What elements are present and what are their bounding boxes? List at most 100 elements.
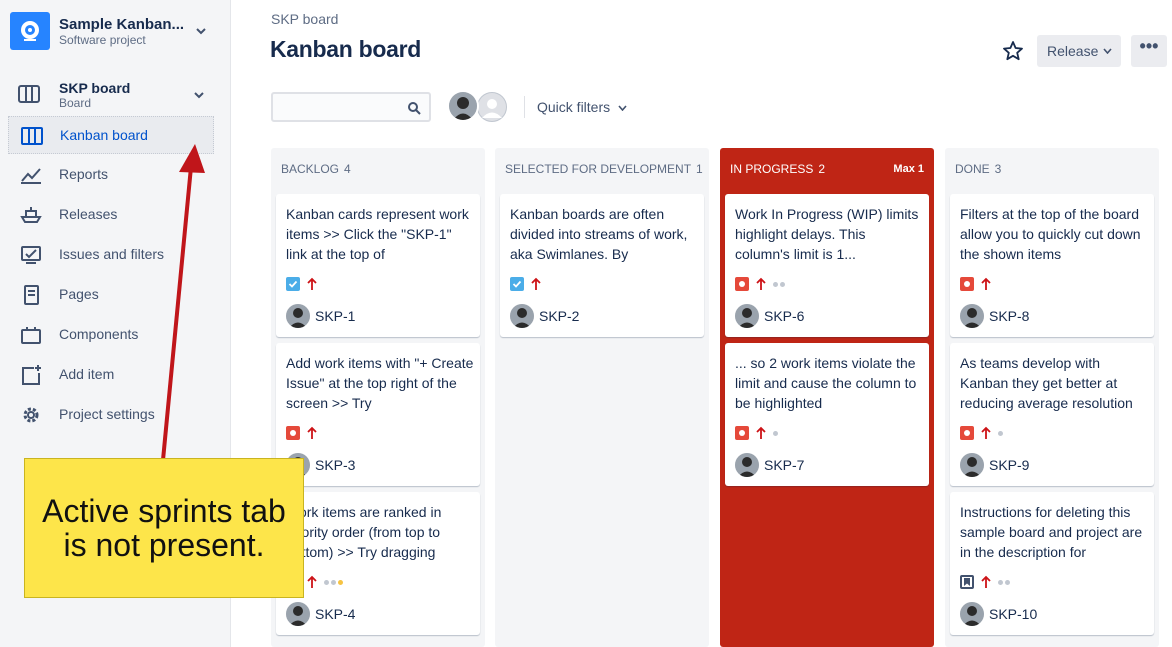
sidebar-item-label: Pages xyxy=(59,286,99,302)
user-icon xyxy=(478,93,506,121)
sidebar-item-kanban-board[interactable]: Kanban board xyxy=(8,116,214,154)
release-button[interactable]: Release xyxy=(1037,35,1121,67)
assignee-avatar[interactable] xyxy=(960,602,984,626)
priority-high-icon xyxy=(531,277,541,290)
issues-icon xyxy=(21,246,41,264)
breadcrumb[interactable]: SKP board xyxy=(271,11,338,27)
issue-card[interactable]: Kanban cards represent work items >> Cli… xyxy=(276,194,480,337)
column-title: SELECTED FOR DEVELOPMENT xyxy=(505,162,692,176)
sidebar-item-project-settings[interactable]: Project settings xyxy=(8,396,214,434)
more-actions-button[interactable]: ••• xyxy=(1131,35,1167,67)
sidebar-item-pages[interactable]: Pages xyxy=(8,276,214,314)
assignee-avatar[interactable] xyxy=(960,304,984,328)
sidebar-item-reports[interactable]: Reports xyxy=(8,156,214,194)
assignee-avatar[interactable] xyxy=(960,453,984,477)
priority-high-icon xyxy=(756,426,766,439)
sidebar-item-add-item[interactable]: Add item xyxy=(8,356,214,394)
sidebar-item-releases[interactable]: Releases xyxy=(8,196,214,234)
board-type: Board xyxy=(59,96,92,110)
issue-summary: Work items are ranked in priority order … xyxy=(286,504,442,560)
issue-card[interactable]: Work In Progress (WIP) limits highlight … xyxy=(725,194,929,337)
issue-card[interactable]: Work items are ranked in priority order … xyxy=(276,492,480,635)
assignee-avatar[interactable] xyxy=(735,304,759,328)
board-switcher[interactable]: SKP board Board xyxy=(18,78,218,114)
issue-icons xyxy=(510,276,541,292)
board-name: SKP board xyxy=(59,80,131,96)
issue-card[interactable]: Kanban boards are often divided into str… xyxy=(500,194,704,337)
project-switcher[interactable]: Sample Kanban... Software project xyxy=(10,12,220,52)
issue-card[interactable]: Add work items with "+ Create Issue" at … xyxy=(276,343,480,486)
issue-card[interactable]: ... so 2 work items violate the limit an… xyxy=(725,343,929,486)
issue-icons xyxy=(286,276,317,292)
project-logo-icon xyxy=(21,21,39,41)
issue-icons xyxy=(960,276,991,292)
status-dots xyxy=(773,430,778,436)
issue-key[interactable]: SKP-3 xyxy=(315,457,355,473)
search-icon xyxy=(408,102,421,115)
task-type-icon xyxy=(510,277,524,291)
column-title: BACKLOG xyxy=(281,162,340,176)
search-field[interactable] xyxy=(271,92,431,122)
sidebar-item-label: Project settings xyxy=(59,406,155,422)
issue-card[interactable]: Filters at the top of the board allow yo… xyxy=(950,194,1154,337)
priority-high-icon xyxy=(756,277,766,290)
gear-icon xyxy=(23,407,39,423)
issue-key[interactable]: SKP-6 xyxy=(764,308,804,324)
bug-type-icon xyxy=(960,426,974,440)
issue-summary: Kanban boards are often divided into str… xyxy=(510,206,688,262)
column-count: 1 xyxy=(696,162,703,176)
page-title: Kanban board xyxy=(270,36,422,62)
issue-summary: Add work items with "+ Create Issue" at … xyxy=(286,355,474,411)
assignee-avatar[interactable] xyxy=(510,304,534,328)
issue-key[interactable]: SKP-10 xyxy=(989,606,1037,622)
issue-summary: Filters at the top of the board allow yo… xyxy=(960,206,1141,262)
sidebar-item-issues-and-filters[interactable]: Issues and filters xyxy=(8,236,214,274)
quick-filters-dropdown[interactable]: Quick filters xyxy=(537,99,627,115)
chevron-down-icon xyxy=(194,92,204,99)
column-header: SELECTED FOR DEVELOPMENT 1 xyxy=(505,162,703,176)
issue-key[interactable]: SKP-2 xyxy=(539,308,579,324)
priority-high-icon xyxy=(981,426,991,439)
issue-key[interactable]: SKP-1 xyxy=(315,308,355,324)
priority-high-icon xyxy=(307,277,317,290)
assignee-avatar[interactable] xyxy=(286,602,310,626)
issue-key[interactable]: SKP-4 xyxy=(315,606,355,622)
search-input[interactable] xyxy=(277,98,405,118)
board-column: SELECTED FOR DEVELOPMENT 1 Kanban boards a… xyxy=(495,148,709,647)
issue-icons xyxy=(960,425,1003,441)
project-name: Sample Kanban... xyxy=(59,16,185,33)
issue-card[interactable]: Instructions for deleting this sample bo… xyxy=(950,492,1154,635)
issue-icons xyxy=(960,574,1010,590)
priority-high-icon xyxy=(981,575,991,588)
issue-card[interactable]: As teams develop with Kanban they get be… xyxy=(950,343,1154,486)
board-column: IN PROGRESS 2 Max 1 Work In Progress (WIP) … xyxy=(720,148,934,647)
issue-key[interactable]: SKP-9 xyxy=(989,457,1029,473)
bug-type-icon xyxy=(735,426,749,440)
issue-summary: ... so 2 work items violate the limit an… xyxy=(735,355,917,411)
status-dots xyxy=(998,430,1003,436)
issue-icons xyxy=(735,276,785,292)
issue-key[interactable]: SKP-7 xyxy=(764,457,804,473)
assignee-avatar[interactable] xyxy=(735,453,759,477)
board-icon xyxy=(21,127,43,145)
chevron-down-icon[interactable] xyxy=(196,26,206,36)
bug-type-icon xyxy=(735,277,749,291)
column-count: 2 xyxy=(818,162,826,176)
star-icon[interactable] xyxy=(1002,40,1024,62)
column-count: 4 xyxy=(344,162,351,176)
sidebar-item-components[interactable]: Components xyxy=(8,316,214,354)
ship-icon xyxy=(20,207,42,223)
issue-icons xyxy=(286,425,317,441)
chevron-down-icon xyxy=(1103,48,1112,54)
board-icon xyxy=(18,85,40,103)
issue-summary: Kanban cards represent work items >> Cli… xyxy=(286,206,469,262)
avatar-user[interactable] xyxy=(447,90,479,122)
issue-key[interactable]: SKP-8 xyxy=(989,308,1029,324)
chevron-down-icon xyxy=(618,105,627,112)
add-item-icon xyxy=(22,365,41,385)
assignee-avatar[interactable] xyxy=(286,304,310,328)
avatar-default[interactable] xyxy=(475,90,509,124)
priority-high-icon xyxy=(307,575,317,588)
priority-high-icon xyxy=(307,426,317,439)
bug-type-icon xyxy=(960,277,974,291)
